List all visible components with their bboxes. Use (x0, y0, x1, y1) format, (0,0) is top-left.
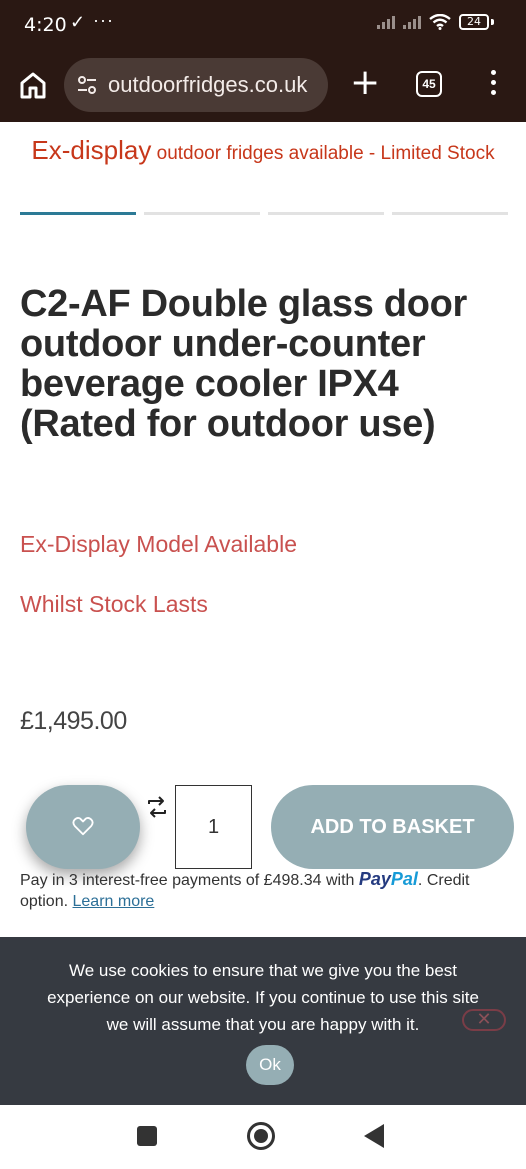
cookie-banner: We use cookies to ensure that we give yo… (0, 937, 526, 1105)
slide-indicator-2[interactable] (144, 212, 260, 215)
heart-icon (72, 817, 94, 836)
paypal-logo: PayPal (359, 869, 418, 889)
home-icon[interactable] (18, 70, 48, 100)
new-tab-icon[interactable]: + (350, 65, 380, 101)
slide-indicator-1[interactable] (20, 212, 136, 215)
paypal-text-1: Pay in 3 interest-free payments of £498.… (20, 872, 355, 889)
site-settings-icon[interactable] (76, 74, 98, 96)
address-bar[interactable]: outdoorfridges.co.uk (64, 58, 328, 112)
status-indicators: 24 (377, 14, 494, 30)
compare-icon[interactable] (146, 795, 168, 819)
url-text[interactable]: outdoorfridges.co.uk (108, 72, 307, 98)
banner-text: Ex-display outdoor fridges available - L… (28, 134, 498, 170)
system-nav-bar (0, 1105, 526, 1169)
add-to-basket-button[interactable]: ADD TO BASKET (271, 785, 514, 869)
tab-switcher-button[interactable]: 45 (416, 71, 442, 97)
status-bar: 4:20 ✓ ··· 24 (0, 0, 526, 50)
checkmark-icon: ✓ (70, 12, 86, 32)
recent-apps-icon[interactable] (137, 1126, 157, 1146)
paypal-logo-pay: Pay (358, 869, 391, 889)
paypal-info: Pay in 3 interest-free payments of £498.… (20, 869, 510, 912)
signal-icon (377, 15, 395, 29)
more-menu-icon[interactable] (486, 70, 500, 100)
wifi-icon (429, 14, 451, 30)
quantity-input[interactable]: 1 (175, 785, 252, 869)
signal-icon-2 (403, 15, 421, 29)
learn-more-link[interactable]: Learn more (73, 893, 155, 910)
banner-highlight: Ex-display (31, 135, 152, 165)
banner-slider-indicator (20, 212, 508, 215)
battery-icon: 24 (459, 14, 489, 30)
status-time: 4:20 (24, 14, 67, 36)
banner-message: outdoor fridges available - Limited Stoc… (156, 143, 495, 164)
product-title: C2-AF Double glass door outdoor under-co… (20, 283, 468, 445)
browser-toolbar: outdoorfridges.co.uk + 45 (0, 50, 526, 122)
back-icon[interactable] (364, 1124, 384, 1148)
product-price: £1,495.00 (20, 707, 127, 735)
home-nav-icon[interactable] (247, 1122, 275, 1150)
battery-nub (491, 19, 494, 25)
slide-indicator-4[interactable] (392, 212, 508, 215)
more-notifications-icon: ··· (93, 10, 114, 30)
cookie-close-icon[interactable]: ✕ (462, 1009, 506, 1031)
cookie-ok-button[interactable]: Ok (246, 1045, 294, 1085)
paypal-logo-pal: Pal (390, 869, 418, 889)
promo-ex-display: Ex-Display Model Available (20, 531, 297, 557)
promo-banner[interactable]: Ex-display outdoor fridges available - L… (0, 122, 526, 170)
slide-indicator-3[interactable] (268, 212, 384, 215)
cookie-message: We use cookies to ensure that we give yo… (47, 961, 479, 1034)
promo-stock: Whilst Stock Lasts (20, 591, 208, 617)
wishlist-button[interactable] (26, 785, 140, 869)
